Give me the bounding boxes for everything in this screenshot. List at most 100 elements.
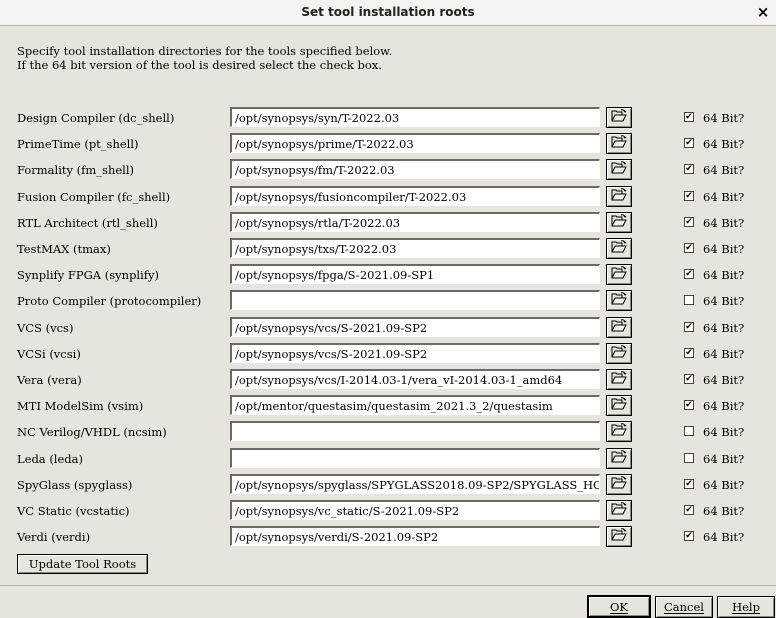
tool-path-input[interactable] [230, 421, 600, 441]
folder-open-icon [611, 135, 627, 152]
tool-path-input[interactable] [230, 317, 600, 337]
64bit-checkbox[interactable] [684, 453, 694, 463]
cancel-button-label: Cancel [664, 600, 704, 614]
64bit-checkbox[interactable]: ✔ [684, 374, 694, 384]
64bit-checkbox[interactable]: ✔ [684, 138, 694, 148]
tool-path-input[interactable] [230, 107, 600, 127]
tool-path-input[interactable] [230, 448, 600, 468]
tool-label: NC Verilog/VHDL (ncsim) [17, 425, 167, 439]
browse-button[interactable] [606, 159, 632, 180]
folder-open-icon [611, 161, 627, 178]
64bit-checkbox[interactable]: ✔ [684, 243, 694, 253]
64bit-label: 64 Bit? [703, 452, 745, 466]
tool-label: RTL Architect (rtl_shell) [17, 216, 158, 230]
64bit-label: 64 Bit? [703, 268, 745, 282]
64bit-label: 64 Bit? [703, 294, 745, 308]
tool-path-input[interactable] [230, 264, 600, 284]
browse-button[interactable] [606, 133, 632, 154]
tool-path-input[interactable] [230, 369, 600, 389]
tool-path-input[interactable] [230, 186, 600, 206]
folder-open-icon [611, 528, 627, 545]
tool-label: VCS (vcs) [17, 321, 74, 335]
tool-path-input[interactable] [230, 212, 600, 232]
browse-button[interactable] [606, 317, 632, 338]
update-tool-roots-button[interactable]: Update Tool Roots [17, 554, 148, 574]
tool-path-input[interactable] [230, 500, 600, 520]
tool-label: Proto Compiler (protocompiler) [17, 294, 202, 308]
browse-button[interactable] [606, 186, 632, 207]
tool-path-input[interactable] [230, 474, 600, 494]
folder-open-icon [611, 397, 627, 414]
64bit-checkbox[interactable]: ✔ [684, 322, 694, 332]
64bit-checkbox[interactable]: ✔ [684, 479, 694, 489]
64bit-label: 64 Bit? [703, 347, 745, 361]
browse-button[interactable] [606, 474, 632, 495]
64bit-label: 64 Bit? [703, 504, 745, 518]
64bit-label: 64 Bit? [703, 399, 745, 413]
tool-label: Formality (fm_shell) [17, 163, 135, 177]
browse-button[interactable] [606, 343, 632, 364]
64bit-checkbox[interactable]: ✔ [684, 348, 694, 358]
tool-row: Verdi (verdi) ✔ 64 Bit? [0, 526, 776, 548]
close-icon[interactable]: × [754, 2, 772, 22]
window-title: Set tool installation roots [301, 5, 475, 19]
folder-open-icon [611, 450, 627, 467]
browse-button[interactable] [606, 212, 632, 233]
64bit-checkbox[interactable]: ✔ [684, 400, 694, 410]
tool-label: Leda (leda) [17, 452, 83, 466]
folder-open-icon [611, 319, 627, 336]
folder-open-icon [611, 266, 627, 283]
tool-path-input[interactable] [230, 526, 600, 546]
64bit-label: 64 Bit? [703, 242, 745, 256]
64bit-checkbox[interactable] [684, 295, 694, 305]
64bit-checkbox[interactable]: ✔ [684, 164, 694, 174]
tool-row: PrimeTime (pt_shell) ✔ 64 Bit? [0, 133, 776, 155]
64bit-checkbox[interactable]: ✔ [684, 191, 694, 201]
browse-button[interactable] [606, 369, 632, 390]
tool-row: RTL Architect (rtl_shell) ✔ 64 Bit? [0, 212, 776, 234]
tool-row: VC Static (vcstatic) ✔ 64 Bit? [0, 500, 776, 522]
64bit-checkbox[interactable]: ✔ [684, 217, 694, 227]
cancel-button[interactable]: Cancel [655, 596, 713, 618]
browse-button[interactable] [606, 395, 632, 416]
tool-path-input[interactable] [230, 133, 600, 153]
browse-button[interactable] [606, 290, 632, 311]
ok-button[interactable]: OK [587, 595, 651, 618]
tool-row: Formality (fm_shell) ✔ 64 Bit? [0, 159, 776, 181]
tool-row: NC Verilog/VHDL (ncsim) 64 Bit? [0, 421, 776, 443]
browse-button[interactable] [606, 107, 632, 128]
tool-label: Verdi (verdi) [17, 530, 91, 544]
tool-path-input[interactable] [230, 395, 600, 415]
64bit-checkbox[interactable]: ✔ [684, 112, 694, 122]
folder-open-icon [611, 214, 627, 231]
instructions: Specify tool installation directories fo… [17, 44, 392, 72]
tool-path-input[interactable] [230, 343, 600, 363]
64bit-label: 64 Bit? [703, 111, 745, 125]
64bit-checkbox[interactable]: ✔ [684, 505, 694, 515]
64bit-checkbox[interactable]: ✔ [684, 269, 694, 279]
64bit-checkbox[interactable]: ✔ [684, 531, 694, 541]
folder-open-icon [611, 345, 627, 362]
tool-row: Leda (leda) 64 Bit? [0, 448, 776, 470]
64bit-label: 64 Bit? [703, 190, 745, 204]
folder-open-icon [611, 476, 627, 493]
tool-row: Synplify FPGA (synplify) ✔ 64 Bit? [0, 264, 776, 286]
tool-path-input[interactable] [230, 290, 600, 310]
help-button[interactable]: Help [717, 596, 775, 618]
browse-button[interactable] [606, 500, 632, 521]
tool-row: VCSi (vcsi) ✔ 64 Bit? [0, 343, 776, 365]
browse-button[interactable] [606, 264, 632, 285]
tool-row: TestMAX (tmax) ✔ 64 Bit? [0, 238, 776, 260]
browse-button[interactable] [606, 238, 632, 259]
browse-button[interactable] [606, 421, 632, 442]
folder-open-icon [611, 423, 627, 440]
browse-button[interactable] [606, 448, 632, 469]
64bit-label: 64 Bit? [703, 373, 745, 387]
tool-path-input[interactable] [230, 159, 600, 179]
browse-button[interactable] [606, 526, 632, 547]
tool-label: MTI ModelSim (vsim) [17, 399, 144, 413]
tool-path-input[interactable] [230, 238, 600, 258]
tool-label: TestMAX (tmax) [17, 242, 111, 256]
tool-row: Design Compiler (dc_shell) ✔ 64 Bit? [0, 107, 776, 129]
64bit-checkbox[interactable] [684, 426, 694, 436]
